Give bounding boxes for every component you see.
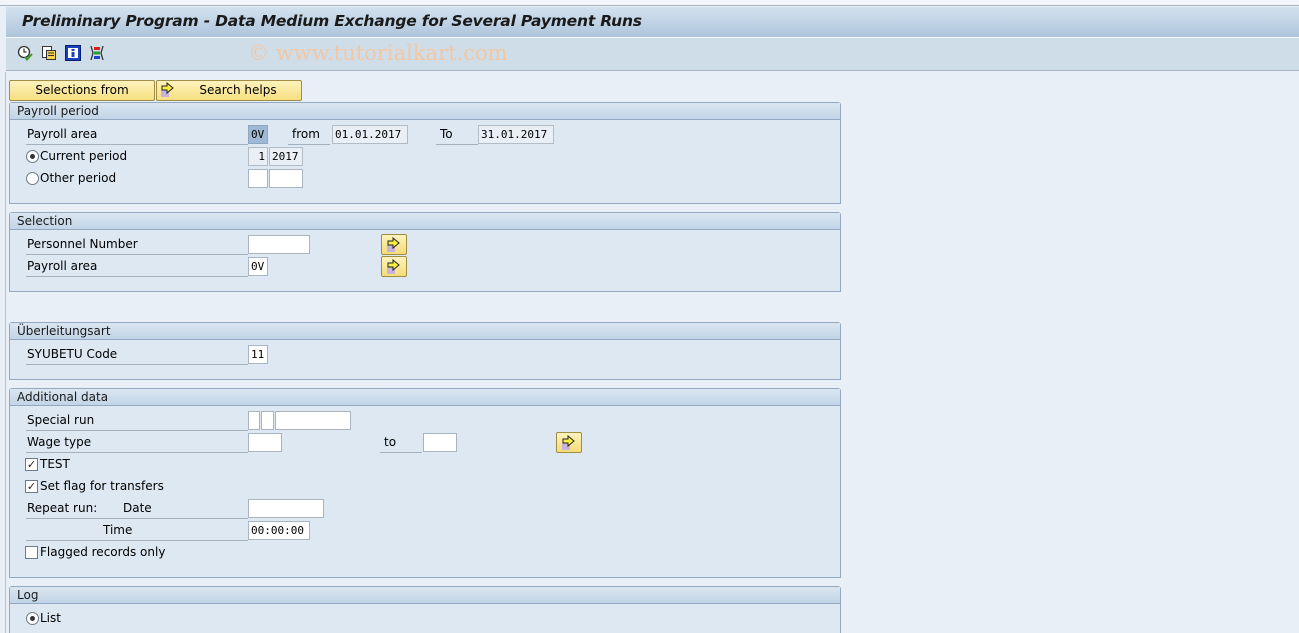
info-icon[interactable]: [65, 45, 81, 61]
other-period-radio[interactable]: [26, 172, 39, 185]
special-run-date-field[interactable]: [275, 411, 351, 430]
payroll-area-field[interactable]: 0V: [248, 125, 268, 144]
repeat-run-date-label: Date: [123, 501, 152, 515]
set-flag-checkbox[interactable]: ✓: [25, 480, 38, 493]
group-log: Log List: [9, 586, 841, 633]
current-period-radio[interactable]: [26, 150, 39, 163]
personnel-number-multiple-selection-button[interactable]: [381, 234, 407, 255]
group-title: Payroll period: [10, 103, 840, 120]
wage-type-label: Wage type: [26, 433, 248, 453]
repeat-run-time-label: Time: [103, 523, 133, 537]
selections-from-label: Selections from: [35, 83, 129, 97]
current-period-number[interactable]: 1: [248, 147, 268, 166]
selection-payroll-area-label: Payroll area: [26, 257, 248, 277]
to-label: To: [436, 125, 478, 145]
period-from-date[interactable]: 01.01.2017: [332, 125, 408, 144]
repeat-run-date-field[interactable]: [248, 499, 324, 518]
content-border: [5, 72, 6, 633]
personnel-number-field[interactable]: [248, 235, 310, 254]
flagged-records-only-label: Flagged records only: [40, 545, 166, 559]
special-run-period-field[interactable]: [261, 411, 274, 430]
page-title: Preliminary Program - Data Medium Exchan…: [22, 12, 642, 30]
wage-type-multiple-selection-button[interactable]: [556, 432, 582, 453]
window-top-strip: [0, 0, 1299, 6]
syubetu-code-label: SYUBETU Code: [26, 345, 248, 365]
group-additional-data: Additional data Special run Wage type to…: [9, 388, 841, 578]
repeat-run-label: Repeat run:: [27, 501, 98, 515]
flagged-records-only-checkbox[interactable]: [25, 546, 38, 559]
personnel-number-label: Personnel Number: [26, 235, 248, 255]
selection-options-icon[interactable]: [89, 45, 105, 61]
other-period-year[interactable]: [269, 169, 303, 188]
group-selection: Selection Personnel Number Payroll area …: [9, 212, 841, 292]
selections-from-button[interactable]: Selections from: [9, 80, 155, 101]
set-flag-label: Set flag for transfers: [40, 479, 164, 493]
wage-type-from-field[interactable]: [248, 433, 282, 452]
other-period-label: Other period: [40, 171, 117, 185]
syubetu-code-field[interactable]: 11: [248, 345, 268, 364]
test-checkbox[interactable]: ✓: [25, 458, 38, 471]
log-list-label: List: [40, 611, 61, 625]
log-list-radio[interactable]: [26, 612, 39, 625]
period-to-date[interactable]: 31.01.2017: [478, 125, 554, 144]
repeat-run-time-field[interactable]: 00:00:00: [248, 521, 310, 540]
arrow-right-icon: [160, 81, 176, 104]
selection-payroll-area-field[interactable]: 0V: [248, 257, 268, 276]
current-period-label: Current period: [40, 149, 128, 163]
group-title: Überleitungsart: [10, 323, 840, 340]
group-title: Additional data: [10, 389, 840, 406]
special-run-label: Special run: [26, 411, 248, 431]
search-helps-label: Search helps: [199, 83, 277, 97]
group-ueberleitungsart: Überleitungsart SYUBETU Code 11: [9, 322, 841, 380]
special-run-type-field[interactable]: [248, 411, 260, 430]
current-period-year[interactable]: 2017: [269, 147, 303, 166]
from-label: from: [288, 125, 330, 145]
watermark-text: © www.tutorialkart.com: [248, 41, 508, 65]
test-label: TEST: [40, 457, 70, 471]
search-helps-button[interactable]: Search helps: [156, 80, 302, 101]
group-payroll-period: Payroll period Payroll area 0V from 01.0…: [9, 102, 841, 204]
repeat-run-time-row: Time: [26, 521, 248, 541]
other-period-number[interactable]: [248, 169, 268, 188]
payroll-area-multiple-selection-button[interactable]: [381, 256, 407, 277]
payroll-area-label: Payroll area: [26, 125, 248, 145]
repeat-run-row: Repeat run: Date: [26, 499, 248, 519]
wage-type-to-label: to: [380, 433, 422, 453]
execute-clock-icon[interactable]: [17, 45, 33, 62]
application-toolbar: © www.tutorialkart.com: [6, 38, 1299, 71]
group-title: Selection: [10, 213, 840, 230]
group-title: Log: [10, 587, 840, 604]
get-variant-icon[interactable]: [41, 45, 57, 61]
wage-type-to-field[interactable]: [423, 433, 457, 452]
title-bar: Preliminary Program - Data Medium Exchan…: [6, 7, 1299, 38]
